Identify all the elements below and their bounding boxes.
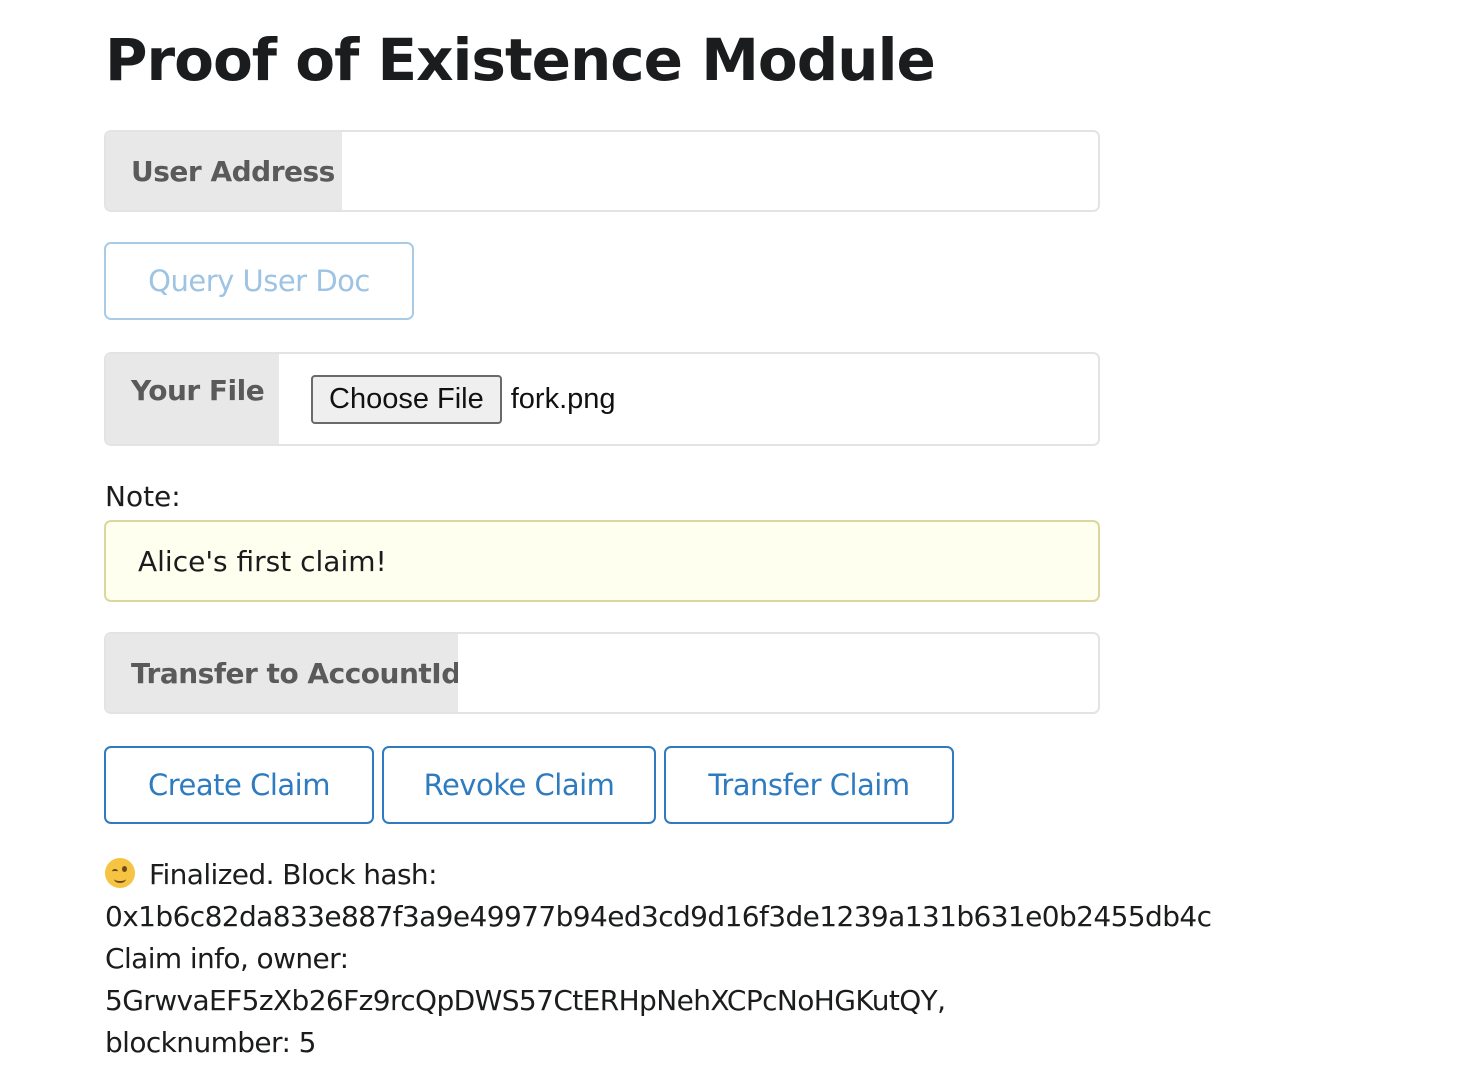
user-address-label: User Address (106, 132, 342, 210)
status-claim-info: Claim info, owner: (105, 942, 349, 975)
winking-face-icon (105, 858, 135, 888)
your-file-label: Your File (106, 354, 279, 444)
file-input: Choose File fork.png (279, 354, 1098, 444)
transfer-account-input[interactable] (458, 634, 1098, 712)
status-block-hash: 0x1b6c82da833e887f3a9e49977b94ed3cd9d16f… (105, 900, 1212, 933)
status-owner: 5GrwvaEF5zXb26Fz9rcQpDWS57CtERHpNehXCPcN… (105, 984, 946, 1017)
user-address-input[interactable] (342, 132, 1098, 210)
status-finalized-text: Finalized. Block hash: (149, 858, 438, 891)
status-blocknumber: blocknumber: 5 (105, 1026, 316, 1059)
revoke-claim-button[interactable]: Revoke Claim (382, 746, 656, 824)
page-title: Proof of Existence Module (105, 26, 936, 94)
choose-file-button[interactable]: Choose File (311, 374, 502, 424)
transfer-account-label: Transfer to AccountId (106, 634, 461, 712)
transfer-group: Transfer to AccountId (104, 632, 1100, 714)
selected-file-name: fork.png (510, 382, 616, 415)
transfer-claim-button[interactable]: Transfer Claim (664, 746, 954, 824)
user-address-group: User Address (104, 130, 1100, 212)
note-label: Note: (105, 480, 181, 513)
note-input[interactable] (104, 520, 1100, 602)
status-message: Finalized. Block hash: 0x1b6c82da833e887… (105, 854, 1335, 1064)
status-line-finalized: Finalized. Block hash: (105, 854, 1335, 896)
create-claim-button[interactable]: Create Claim (104, 746, 374, 824)
query-user-doc-button[interactable]: Query User Doc (104, 242, 414, 320)
file-group: Your File Choose File fork.png (104, 352, 1100, 446)
